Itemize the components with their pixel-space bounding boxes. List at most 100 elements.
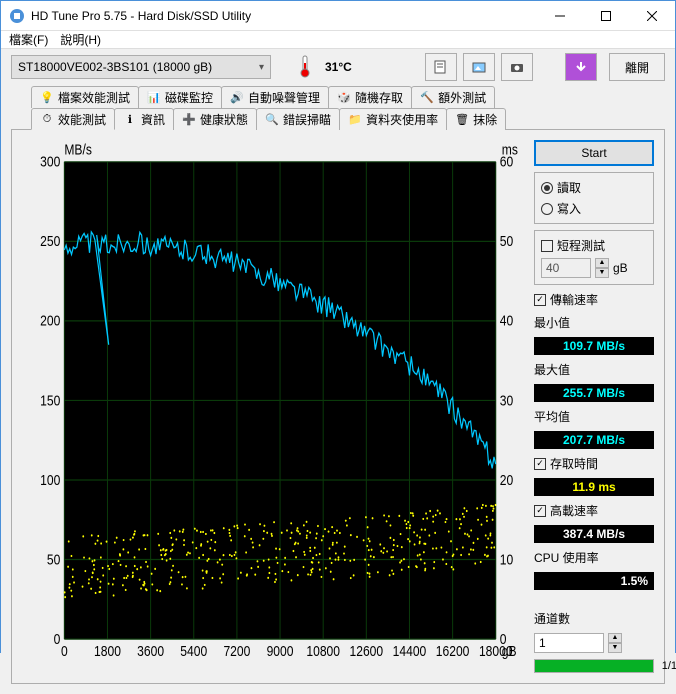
max-value: 255.7 MB/s [534, 384, 654, 402]
svg-text:50: 50 [47, 551, 60, 567]
radio-read[interactable]: 讀取 [541, 179, 647, 196]
copy-screenshot-button[interactable] [463, 53, 495, 81]
channel-spin: ▲▼ [534, 633, 654, 653]
svg-text:ms: ms [502, 141, 518, 157]
tab-error-scan[interactable]: 🔍錯誤掃瞄 [256, 108, 340, 130]
svg-text:1800: 1800 [94, 643, 121, 659]
dice-icon: 🎲 [337, 91, 351, 105]
search-icon: 🔍 [265, 113, 279, 127]
svg-text:40: 40 [500, 313, 513, 329]
folder-icon: 📁 [348, 113, 362, 127]
short-test-value[interactable] [541, 258, 591, 278]
exit-button[interactable]: 離開 [609, 53, 665, 81]
channels-label: 通道數 [534, 610, 654, 627]
checkbox-checked-icon: ✓ [534, 458, 546, 470]
check-burst-rate[interactable]: ✓高載速率 [534, 502, 654, 519]
info-icon: ℹ [123, 113, 137, 127]
tab-health[interactable]: ➕健康狀態 [173, 108, 257, 130]
svg-text:0: 0 [61, 643, 68, 659]
app-window: HD Tune Pro 5.75 - Hard Disk/SSD Utility… [0, 0, 676, 653]
menu-help[interactable]: 說明(H) [60, 31, 101, 48]
progress-label: 1/1 [662, 660, 676, 672]
mode-group: 讀取 寫入 [534, 172, 654, 224]
monitor-icon: 📊 [147, 91, 161, 105]
hammer-icon: 🔨 [420, 91, 434, 105]
svg-text:50: 50 [500, 233, 513, 249]
check-transfer-rate[interactable]: ✓傳輸速率 [534, 291, 654, 308]
window-controls [537, 1, 675, 31]
tab-random-access[interactable]: 🎲隨機存取 [328, 86, 412, 108]
min-value: 109.7 MB/s [534, 337, 654, 355]
toolbar: ST18000VE002-3BS101 (18000 gB) ▾ 31°C 離開 [1, 48, 675, 85]
svg-text:14400: 14400 [393, 643, 427, 659]
tab-disk-monitor[interactable]: 📊磁碟監控 [138, 86, 222, 108]
cpu-label: CPU 使用率 [534, 549, 654, 566]
progress-bar: 1/1 [534, 659, 654, 673]
spin-down[interactable]: ▼ [608, 643, 622, 653]
channel-value[interactable] [534, 633, 604, 653]
avg-label: 平均值 [534, 408, 654, 425]
minimize-button[interactable] [537, 1, 583, 31]
svg-text:250: 250 [40, 233, 60, 249]
drive-select[interactable]: ST18000VE002-3BS101 (18000 gB) ▾ [11, 55, 271, 79]
chevron-down-icon: ▾ [259, 62, 264, 73]
close-button[interactable] [629, 1, 675, 31]
tab-benchmark[interactable]: ⏱效能測試 [31, 108, 115, 130]
health-icon: ➕ [182, 113, 196, 127]
check-access-time[interactable]: ✓存取時間 [534, 455, 654, 472]
copy-text-button[interactable] [425, 53, 457, 81]
svg-text:9000: 9000 [267, 643, 294, 659]
svg-text:0: 0 [54, 631, 61, 647]
avg-value: 207.7 MB/s [534, 431, 654, 449]
svg-text:gB: gB [502, 643, 517, 659]
content-area: 💡檔案效能測試 📊磁碟監控 🔊自動噪聲管理 🎲隨機存取 🔨額外測試 ⏱效能測試 … [1, 85, 675, 694]
tab-erase[interactable]: 🗑抹除 [446, 108, 506, 130]
checkbox-empty-icon [541, 240, 553, 252]
start-button[interactable]: Start [534, 140, 654, 166]
tab-info[interactable]: ℹ資訊 [114, 108, 174, 130]
svg-text:300: 300 [40, 154, 60, 170]
spin-up[interactable]: ▲ [608, 633, 622, 643]
tabs-row-top: 💡檔案效能測試 📊磁碟監控 🔊自動噪聲管理 🎲隨機存取 🔨額外測試 [11, 85, 665, 107]
drive-select-value: ST18000VE002-3BS101 (18000 gB) [18, 60, 212, 74]
menu-file[interactable]: 檔案(F) [9, 31, 48, 48]
cpu-value: 1.5% [534, 572, 654, 590]
checkbox-checked-icon: ✓ [534, 505, 546, 517]
svg-text:200: 200 [40, 313, 60, 329]
svg-text:20: 20 [500, 472, 513, 488]
gauge-icon: ⏱ [40, 112, 54, 126]
maximize-button[interactable] [583, 1, 629, 31]
access-value: 11.9 ms [534, 478, 654, 496]
short-test-group: 短程測試 ▲▼ gB [534, 230, 654, 285]
spin-down[interactable]: ▼ [595, 268, 609, 278]
radio-write[interactable]: 寫入 [541, 200, 647, 217]
gb-label: gB [613, 261, 628, 275]
titlebar: HD Tune Pro 5.75 - Hard Disk/SSD Utility [1, 1, 675, 31]
svg-text:5400: 5400 [180, 643, 207, 659]
check-short-test[interactable]: 短程測試 [541, 237, 647, 254]
checkbox-checked-icon: ✓ [534, 294, 546, 306]
tab-folder-usage[interactable]: 📁資料夾使用率 [339, 108, 447, 130]
radio-on-icon [541, 182, 553, 194]
svg-text:100: 100 [40, 472, 60, 488]
svg-text:3600: 3600 [137, 643, 164, 659]
app-icon [9, 8, 25, 24]
svg-text:10800: 10800 [306, 643, 340, 659]
benchmark-panel: 0 50 100 150 200 250 300 0 1800 3600 5400 7200 9000 1… [11, 129, 665, 684]
tab-aam[interactable]: 🔊自動噪聲管理 [221, 86, 329, 108]
svg-text:16200: 16200 [436, 643, 470, 659]
spin-up[interactable]: ▲ [595, 258, 609, 268]
radio-off-icon [541, 203, 553, 215]
short-test-spin: ▲▼ gB [541, 258, 647, 278]
erase-icon: 🗑 [455, 113, 469, 127]
tab-file-benchmark[interactable]: 💡檔案效能測試 [31, 86, 139, 108]
burst-value: 387.4 MB/s [534, 525, 654, 543]
benchmark-chart: 0 50 100 150 200 250 300 0 1800 3600 5400 7200 9000 1… [22, 140, 526, 673]
svg-text:30: 30 [500, 392, 513, 408]
svg-text:150: 150 [40, 392, 60, 408]
save-button[interactable] [565, 53, 597, 81]
screenshot-button[interactable] [501, 53, 533, 81]
svg-text:10: 10 [500, 551, 513, 567]
tab-extra-tests[interactable]: 🔨額外測試 [411, 86, 495, 108]
svg-text:7200: 7200 [223, 643, 250, 659]
